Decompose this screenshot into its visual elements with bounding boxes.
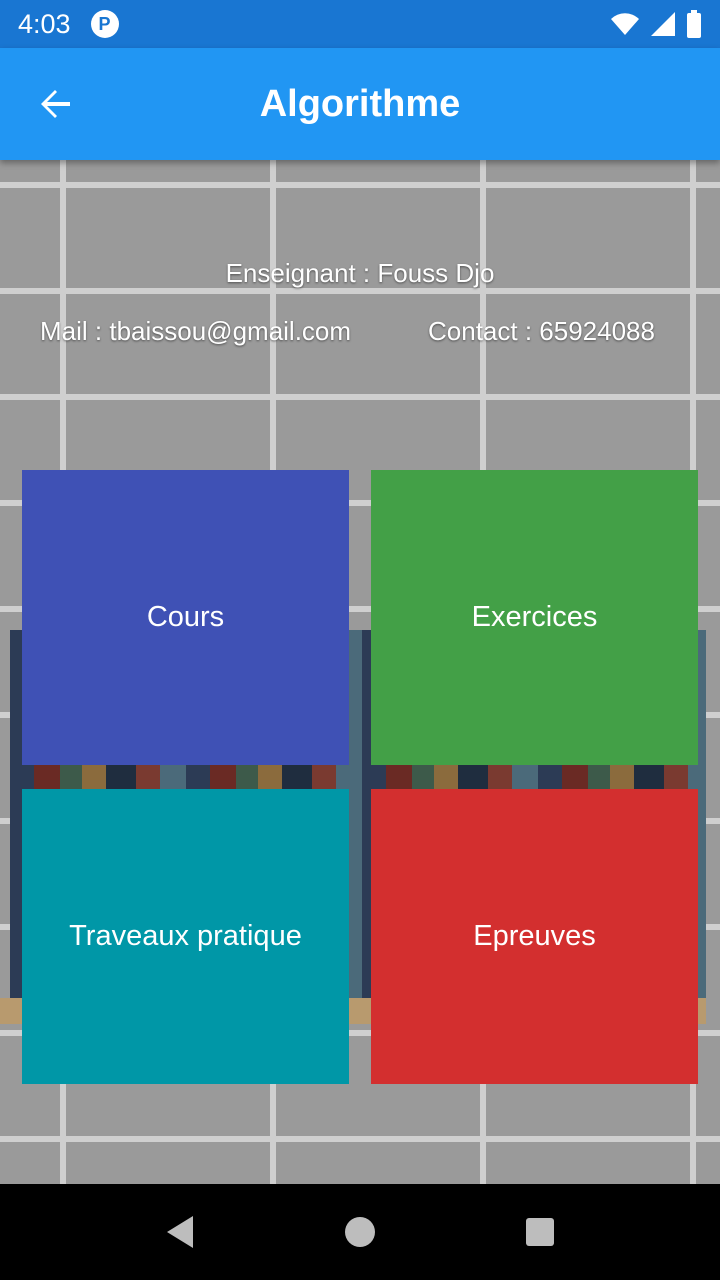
main-content: Enseignant : Fouss Djo Mail : tbaissou@g… [0,160,720,1184]
page-title: Algorithme [259,82,461,125]
signal-icon [651,12,675,36]
teacher-mail: Mail : tbaissou@gmail.com [40,316,352,346]
teacher-name: Enseignant : Fouss Djo [225,258,495,288]
nav-back-button[interactable] [158,1210,202,1254]
recents-square-icon [526,1218,554,1246]
status-time: 4:03 [18,8,71,39]
cours-tile[interactable]: Cours [22,470,349,765]
nav-home-button[interactable] [338,1210,382,1254]
status-right [610,10,702,38]
teacher-contact: Contact : 65924088 [428,316,655,346]
app-bar: Algorithme [0,48,720,160]
battery-icon [687,10,701,38]
nav-recents-button[interactable] [518,1210,562,1254]
home-circle-icon [345,1217,375,1247]
back-triangle-icon [167,1216,193,1248]
epreuves-tile[interactable]: Epreuves [371,789,698,1084]
status-left: 4:03 P [18,9,119,40]
system-nav-bar [0,1184,720,1280]
exercices-label: Exercices [471,601,598,633]
wifi-icon [611,13,639,36]
traveaux-pratique-tile[interactable]: Traveaux pratique [22,789,349,1084]
status-bar: 4:03 P [0,0,720,48]
epreuves-label: Epreuves [473,920,596,952]
exercices-tile[interactable]: Exercices [371,470,698,765]
cours-label: Cours [146,601,225,633]
app-notification-icon: P [90,10,119,38]
traveaux-pratique-label: Traveaux pratique [69,920,302,952]
